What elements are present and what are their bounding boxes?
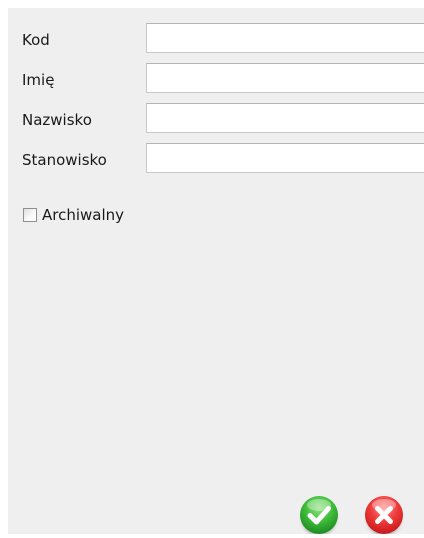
nazwisko-input[interactable] — [146, 103, 424, 133]
kod-input[interactable] — [146, 23, 424, 53]
kod-label: Kod — [22, 31, 50, 49]
stanowisko-label: Stanowisko — [22, 151, 107, 169]
ok-button[interactable] — [300, 496, 338, 534]
field-row-stanowisko: Stanowisko — [8, 143, 424, 177]
field-row-imie: Imię — [8, 63, 424, 97]
nazwisko-label: Nazwisko — [22, 111, 92, 129]
close-icon — [375, 506, 393, 524]
imie-label: Imię — [22, 71, 55, 89]
field-row-nazwisko: Nazwisko — [8, 103, 424, 137]
archive-checkbox-label[interactable]: Archiwalny — [42, 206, 124, 224]
archive-checkbox[interactable] — [23, 208, 37, 222]
checkmark-icon — [307, 506, 331, 525]
cancel-button[interactable] — [365, 496, 403, 534]
employee-form-panel: Kod Imię Nazwisko Stanowisko Archiwalny — [8, 8, 424, 534]
stanowisko-input[interactable] — [146, 143, 424, 173]
imie-input[interactable] — [146, 63, 424, 93]
field-row-kod: Kod — [8, 23, 424, 57]
archive-checkbox-row[interactable]: Archiwalny — [23, 204, 124, 226]
